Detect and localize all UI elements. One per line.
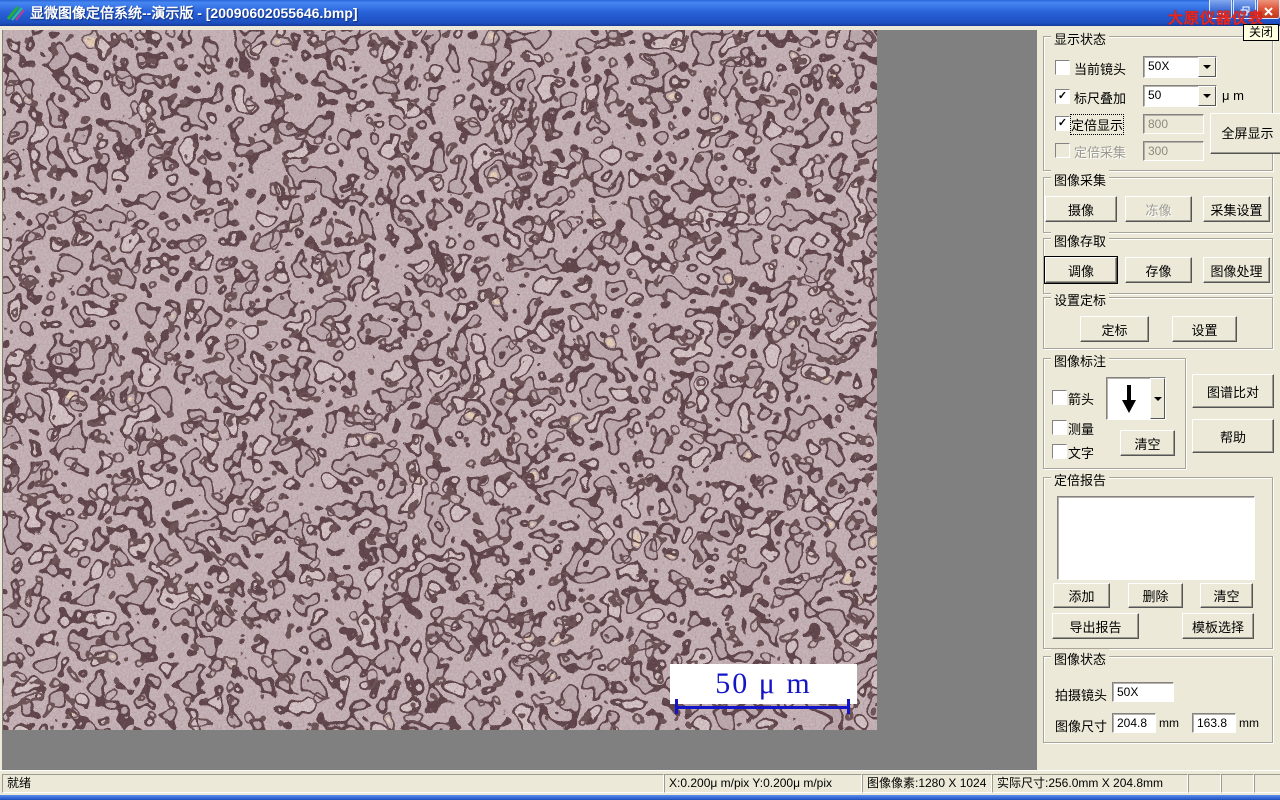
current-lens-dropdown[interactable]: 50X (1143, 56, 1217, 78)
ruler-unit-label: μ m (1222, 88, 1244, 103)
report-delete-button[interactable]: 删除 (1128, 583, 1183, 608)
arrow-checkbox[interactable] (1052, 390, 1067, 405)
group-image-status-title: 图像状态 (1051, 649, 1110, 668)
fixed-capture-input: 300 (1143, 141, 1204, 161)
window-title: 显微图像定倍系统--演示版 - [20090602055646.bmp] (30, 5, 358, 21)
title-bar: 显微图像定倍系统--演示版 - [20090602055646.bmp] 大原仪… (0, 0, 1280, 27)
measure-label: 测量 (1068, 422, 1095, 437)
status-pixel-scale: X:0.200μ m/pix Y:0.200μ m/pix (664, 774, 862, 793)
group-calibration-title: 设置定标 (1051, 290, 1110, 309)
report-listbox[interactable] (1057, 496, 1255, 580)
calibrate-button[interactable]: 定标 (1080, 316, 1149, 342)
arrow-style-preview (1107, 378, 1150, 419)
chevron-down-icon (1203, 65, 1211, 69)
text-label: 文字 (1068, 446, 1095, 461)
scale-bar-tick-left (675, 699, 678, 714)
fixed-capture-label: 定倍采集 (1074, 145, 1127, 160)
ruler-overlay-checkbox[interactable]: ✓ (1055, 89, 1070, 104)
calibration-setup-button[interactable]: 设置 (1172, 316, 1237, 342)
image-height-value: 163.8 (1192, 713, 1236, 733)
shoot-button[interactable]: 摄像 (1045, 196, 1117, 222)
image-process-button[interactable]: 图像处理 (1203, 257, 1270, 283)
capture-settings-button[interactable]: 采集设置 (1203, 196, 1270, 222)
chevron-down-icon (1203, 94, 1211, 98)
group-capture-title: 图像采集 (1051, 170, 1110, 189)
app-icon (6, 6, 25, 21)
load-image-button[interactable]: 调像 (1045, 257, 1117, 283)
status-actual-size: 实际尺寸:256.0mm X 204.8mm (992, 774, 1188, 793)
image-width-value: 204.8 (1112, 713, 1156, 733)
fixed-display-input: 800 (1143, 114, 1204, 134)
app-window: 显微图像定倍系统--演示版 - [20090602055646.bmp] 大原仪… (0, 0, 1280, 800)
current-lens-label: 当前镜头 (1074, 62, 1127, 77)
help-button[interactable]: 帮助 (1192, 419, 1274, 453)
status-image-pixels: 图像像素:1280 X 1024 (862, 774, 992, 793)
taskbar-edge (0, 795, 1280, 800)
check-icon: ✓ (1057, 117, 1068, 129)
status-spare-1 (1188, 774, 1221, 793)
image-canvas-background: 50 μ m (2, 30, 1037, 770)
arrow-style-dropdown[interactable] (1106, 377, 1166, 420)
ruler-overlay-label: 标尺叠加 (1074, 91, 1127, 106)
report-clear-button[interactable]: 清空 (1200, 583, 1253, 608)
status-spare-3 (1254, 774, 1280, 793)
report-add-button[interactable]: 添加 (1053, 583, 1110, 608)
shoot-lens-label: 拍摄镜头 (1055, 688, 1108, 703)
measure-checkbox[interactable] (1052, 420, 1067, 435)
chevron-down-icon (1153, 396, 1162, 401)
template-select-button[interactable]: 模板选择 (1182, 613, 1254, 639)
ruler-value-dropdown[interactable]: 50 (1143, 85, 1217, 107)
freeze-button: 冻像 (1125, 196, 1192, 222)
text-checkbox[interactable] (1052, 444, 1067, 459)
group-storage-title: 图像存取 (1051, 231, 1110, 250)
shoot-lens-value: 50X (1112, 682, 1174, 702)
clear-annotation-button[interactable]: 清空 (1120, 430, 1175, 456)
current-lens-checkbox[interactable] (1055, 60, 1070, 75)
micrograph-image[interactable]: 50 μ m (3, 30, 877, 730)
down-arrow-icon (1121, 384, 1136, 413)
image-size-label: 图像尺寸 (1055, 719, 1108, 734)
atlas-compare-button[interactable]: 图谱比对 (1192, 374, 1274, 408)
fixed-display-checkbox[interactable]: ✓ (1055, 116, 1070, 131)
ruler-value: 50 (1148, 88, 1162, 102)
fixed-display-label: 定倍显示 (1069, 114, 1125, 135)
status-spare-2 (1221, 774, 1254, 793)
image-width-unit: mm (1159, 716, 1179, 730)
scale-bar-tick-right (847, 699, 850, 714)
close-tooltip: 关闭 (1243, 24, 1279, 41)
fixed-capture-checkbox (1055, 143, 1070, 158)
arrow-style-dropdown-button[interactable] (1150, 378, 1165, 419)
save-image-button[interactable]: 存像 (1125, 257, 1192, 283)
fullscreen-button[interactable]: 全屏显示 (1210, 113, 1280, 154)
export-report-button[interactable]: 导出报告 (1052, 613, 1139, 639)
current-lens-value: 50X (1148, 59, 1170, 73)
micrograph-texture (3, 30, 877, 730)
ruler-dropdown-button[interactable] (1198, 86, 1216, 106)
scale-bar-box: 50 μ m (670, 664, 857, 704)
scale-bar-line (678, 706, 850, 709)
status-ready: 就绪 (2, 774, 664, 793)
check-icon: ✓ (1057, 90, 1068, 102)
group-calibration: 设置定标 (1043, 290, 1273, 349)
image-height-unit: mm (1239, 716, 1259, 730)
arrow-label: 箭头 (1068, 392, 1095, 407)
current-lens-dropdown-button[interactable] (1198, 57, 1216, 77)
group-annotation-title: 图像标注 (1051, 351, 1110, 370)
group-report-title: 定倍报告 (1051, 470, 1110, 489)
close-icon (1264, 7, 1273, 16)
scale-bar-label: 50 μ m (715, 667, 812, 700)
group-display-status-title: 显示状态 (1051, 29, 1110, 48)
status-bar: 就绪 X:0.200μ m/pix Y:0.200μ m/pix 图像像素:12… (0, 770, 1280, 796)
